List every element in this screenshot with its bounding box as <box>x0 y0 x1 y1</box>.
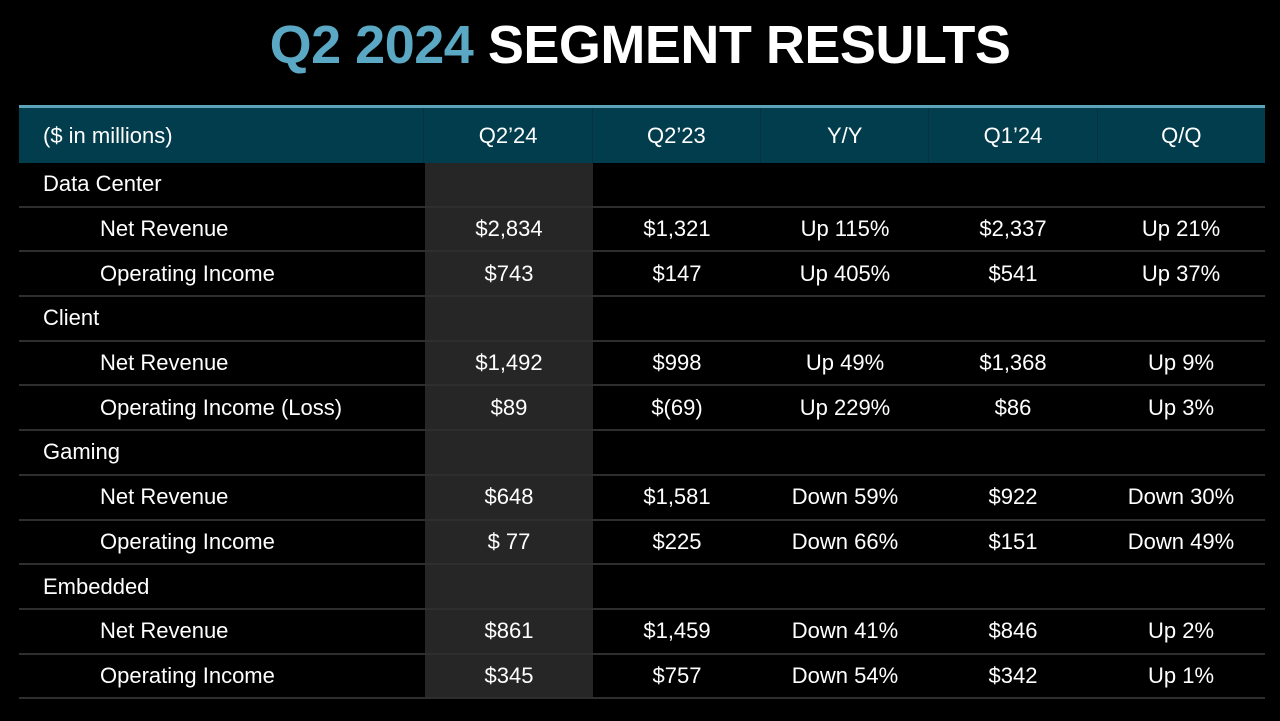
table-cell <box>761 431 929 474</box>
segment-label: Embedded <box>43 573 150 599</box>
metric-label: Operating Income (Loss) <box>100 394 343 420</box>
table-cell: Up 115% <box>800 216 890 242</box>
table-row: Operating Income $743 $147 Up 405% $541 Up 37… <box>19 252 1265 298</box>
table-cell: $342 <box>988 662 1038 688</box>
table-cell <box>761 297 929 340</box>
table-row: Operating Income $ 77 $225 Down 66% $151 Down… <box>19 521 1265 566</box>
table-cell <box>1097 163 1265 206</box>
table-cell: $998 <box>652 350 702 376</box>
column-header: ($ in millions) <box>43 122 173 148</box>
table-cell: Up 1% <box>1147 662 1215 688</box>
table-row: Operating Income $345 $757 Down 54% $342 Up 1… <box>19 655 1265 700</box>
metric-label: Net Revenue <box>100 350 229 376</box>
table-cell <box>425 565 593 608</box>
table-row: Operating Income (Loss) $89 $(69) Up 229% $8… <box>19 386 1265 432</box>
table-cell: $345 <box>484 662 534 688</box>
metric-label: Net Revenue <box>100 484 229 510</box>
table-cell: $541 <box>988 260 1038 286</box>
segment-row: Embedded <box>19 565 1265 610</box>
table-cell <box>929 565 1097 608</box>
table-cell: Down 49% <box>1127 528 1235 554</box>
table-cell: $1,459 <box>643 618 711 644</box>
segment-results-table: ($ in millions) Q2’24 Q2’23 Y/Y Q1’24 Q/… <box>19 105 1265 700</box>
metric-label: Operating Income <box>100 260 275 286</box>
table-cell: $1,321 <box>643 216 711 242</box>
column-header: Q2’23 <box>591 108 760 163</box>
table-row: Net Revenue $2,834 $1,321 Up 115% $2,337 Up 2… <box>19 208 1265 253</box>
table-cell: Up 9% <box>1147 350 1215 376</box>
table-cell <box>929 163 1097 206</box>
segment-label: Data Center <box>43 171 162 197</box>
column-header: Q/Q <box>1096 108 1265 163</box>
table-row: Net Revenue $1,492 $998 Up 49% $1,368 Up 9% <box>19 342 1265 387</box>
table-cell: Up 2% <box>1147 618 1215 644</box>
metric-label: Net Revenue <box>100 618 229 644</box>
table-cell <box>593 565 761 608</box>
table-cell: $89 <box>490 394 528 420</box>
table-cell: $225 <box>652 528 702 554</box>
segment-row: Data Center <box>19 163 1265 208</box>
page-title: Q2 2024 SEGMENT RESULTS <box>0 14 1280 76</box>
column-header: Y/Y <box>760 108 928 163</box>
title-accent: Q2 2024 <box>269 15 474 75</box>
table-cell: $743 <box>484 260 534 286</box>
table-cell: Down 41% <box>791 618 899 644</box>
column-header: Q2’24 <box>423 108 591 163</box>
table-cell: $757 <box>652 662 702 688</box>
segment-row: Client <box>19 297 1265 342</box>
table-cell <box>929 297 1097 340</box>
table-cell <box>593 163 761 206</box>
table-header: ($ in millions) Q2’24 Q2’23 Y/Y Q1’24 Q/… <box>19 105 1265 163</box>
table-cell: $846 <box>988 618 1038 644</box>
table-cell: Up 405% <box>799 260 891 286</box>
table-cell: Down 66% <box>791 528 899 554</box>
table-cell <box>593 297 761 340</box>
table-cell <box>1097 565 1265 608</box>
table-cell: Up 229% <box>799 394 891 420</box>
table-body: Data Center Net Revenue $2,834 $1,321 Up 115… <box>19 163 1265 700</box>
table-cell: $2,337 <box>979 216 1047 242</box>
table-cell: $1,368 <box>979 350 1047 376</box>
table-cell: $151 <box>988 528 1038 554</box>
metric-label: Operating Income <box>100 528 275 554</box>
segment-label: Gaming <box>43 439 121 465</box>
column-header: Q1’24 <box>928 108 1096 163</box>
table-cell <box>761 163 929 206</box>
table-cell <box>1097 431 1265 474</box>
table-cell: Up 37% <box>1141 260 1221 286</box>
table-cell <box>593 431 761 474</box>
table-cell: $2,834 <box>475 216 543 242</box>
table-cell: Down 54% <box>791 662 899 688</box>
table-cell <box>425 431 593 474</box>
metric-label: Operating Income <box>100 662 275 688</box>
table-cell: Up 3% <box>1147 394 1215 420</box>
title-main: SEGMENT RESULTS <box>487 15 1011 75</box>
table-cell: $861 <box>484 618 534 644</box>
table-cell: Up 49% <box>805 350 885 376</box>
segment-label: Client <box>43 305 100 331</box>
table-cell <box>761 565 929 608</box>
table-cell: Down 30% <box>1127 484 1235 510</box>
table-cell: $648 <box>484 484 534 510</box>
table-cell <box>929 431 1097 474</box>
table-cell: $1,492 <box>475 350 543 376</box>
table-row: Net Revenue $648 $1,581 Down 59% $922 Down 30… <box>19 476 1265 521</box>
table-cell <box>1097 297 1265 340</box>
table-cell: $ 77 <box>487 528 531 554</box>
table-cell <box>425 297 593 340</box>
metric-label: Net Revenue <box>100 216 229 242</box>
table-cell: $147 <box>652 260 702 286</box>
table-cell: $(69) <box>651 394 703 420</box>
table-row: Net Revenue $861 $1,459 Down 41% $846 Up 2% <box>19 610 1265 655</box>
table-cell: $1,581 <box>643 484 711 510</box>
table-cell: Up 21% <box>1141 216 1221 242</box>
segment-row: Gaming <box>19 431 1265 476</box>
table-cell: $86 <box>994 394 1032 420</box>
table-cell: Down 59% <box>791 484 899 510</box>
table-cell: $922 <box>988 484 1038 510</box>
table-cell <box>425 163 593 206</box>
